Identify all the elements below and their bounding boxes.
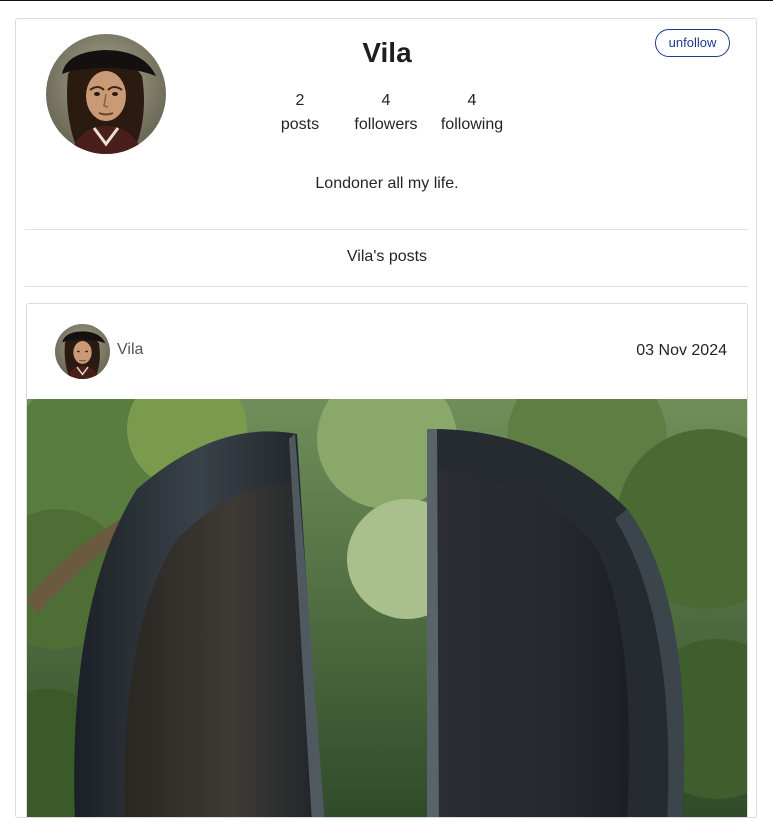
post-card[interactable]: Vila 03 Nov 2024 — [26, 303, 748, 817]
post-author-avatar[interactable] — [55, 324, 110, 379]
sculpture-photo — [27, 399, 747, 817]
top-border — [0, 0, 773, 1]
post-date: 03 Nov 2024 — [636, 342, 727, 359]
stat-posts-count: 2 — [295, 92, 305, 109]
divider — [25, 229, 748, 230]
profile-username: Vila — [362, 37, 412, 68]
stat-posts-label: posts — [280, 116, 320, 133]
stat-followers-label: followers — [354, 116, 418, 133]
posts-section-title: Vila's posts — [346, 248, 428, 265]
stat-posts[interactable]: 2 posts — [255, 89, 345, 137]
portrait-image — [55, 324, 110, 379]
post-image[interactable] — [27, 399, 747, 817]
post-author-name[interactable]: Vila — [117, 341, 143, 359]
stat-following[interactable]: 4 following — [427, 89, 517, 137]
unfollow-button[interactable]: unfollow — [655, 29, 730, 57]
stat-followers[interactable]: 4 followers — [341, 89, 431, 137]
stat-following-count: 4 — [467, 92, 477, 109]
stat-followers-count: 4 — [381, 92, 391, 109]
profile-bio: Londoner all my life. — [315, 175, 459, 192]
stat-following-label: following — [440, 116, 504, 133]
profile-card: Vila unfollow 2 posts 4 followers 4 foll… — [15, 18, 757, 818]
divider — [25, 286, 748, 287]
